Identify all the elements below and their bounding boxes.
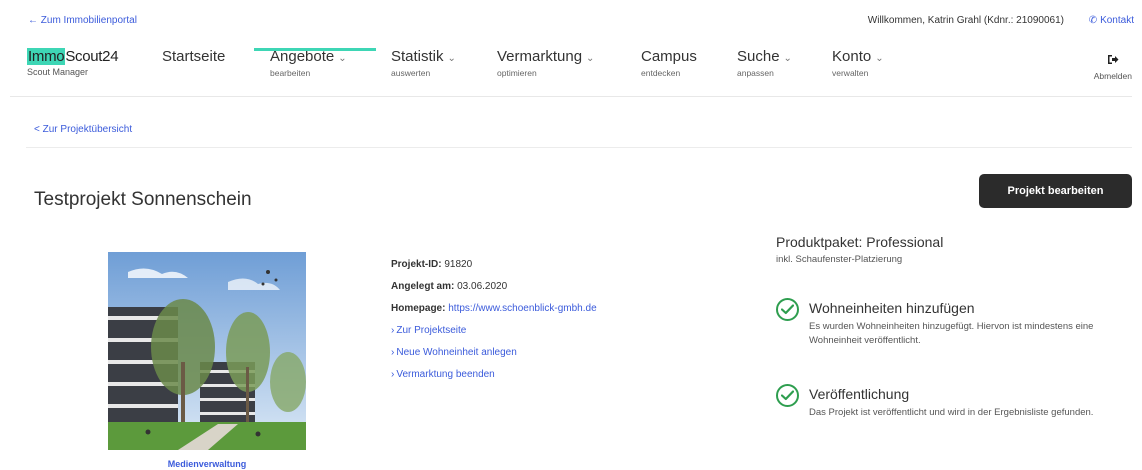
link-label: Zur Projektseite bbox=[396, 325, 467, 336]
end-marketing-link[interactable]: › Vermarktung beenden bbox=[391, 368, 597, 390]
chevron-down-icon: ⌄ bbox=[447, 53, 456, 64]
status-title: Veröffentlichung bbox=[809, 386, 910, 402]
nav-item-suche[interactable]: Suche ⌄ anpassen bbox=[737, 48, 792, 78]
chevron-down-icon: ⌄ bbox=[875, 53, 884, 64]
nav-label: Suche bbox=[737, 48, 780, 65]
homepage-label: Homepage: bbox=[391, 303, 446, 314]
created-row: Angelegt am: 03.06.2020 bbox=[391, 280, 597, 302]
nav-item-statistik[interactable]: Statistik ⌄ auswerten bbox=[391, 48, 456, 78]
chevron-right-icon: › bbox=[391, 325, 395, 336]
check-circle-icon bbox=[776, 298, 799, 321]
nav-divider bbox=[10, 96, 1132, 97]
nav-label: Vermarktung bbox=[497, 48, 583, 65]
nav-sub: auswerten bbox=[391, 68, 431, 78]
new-unit-link[interactable]: › Neue Wohneinheit anlegen bbox=[391, 346, 597, 368]
created-label: Angelegt am: bbox=[391, 281, 455, 292]
link-label: Neue Wohneinheit anlegen bbox=[396, 347, 517, 358]
back-to-portal-link[interactable]: ← Zum Immobilienportal bbox=[28, 15, 137, 26]
chevron-right-icon: › bbox=[391, 369, 395, 380]
nav-label: Startseite bbox=[162, 48, 226, 65]
nav-sub: verwalten bbox=[832, 68, 869, 78]
logo-immo: Immo bbox=[27, 48, 66, 65]
edit-project-button[interactable]: Projekt bearbeiten bbox=[979, 174, 1132, 208]
project-id-value: 91820 bbox=[444, 259, 473, 270]
nav-item-angebote[interactable]: Angebote ⌄ bearbeiten bbox=[270, 48, 347, 78]
nav-label: Campus bbox=[641, 48, 697, 65]
created-value: 03.06.2020 bbox=[457, 281, 508, 292]
page-title: Testprojekt Sonnenschein bbox=[34, 189, 252, 210]
chevron-down-icon: ⌄ bbox=[783, 53, 792, 64]
link-label: Vermarktung beenden bbox=[396, 369, 495, 380]
chevron-down-icon: ⌄ bbox=[338, 53, 347, 64]
chevron-right-icon: › bbox=[391, 347, 395, 358]
project-page-link[interactable]: › Zur Projektseite bbox=[391, 324, 597, 346]
homepage-link[interactable]: https://www.schoenblick-gmbh.de bbox=[448, 303, 596, 314]
package-title: Produktpaket: Professional bbox=[776, 234, 944, 250]
main-nav: ImmoScout24 Scout Manager Startseite Ang… bbox=[0, 42, 1142, 96]
logo[interactable]: ImmoScout24 Scout Manager bbox=[27, 48, 119, 77]
nav-item-startseite[interactable]: Startseite bbox=[162, 48, 225, 65]
project-id-label: Projekt-ID: bbox=[391, 259, 442, 270]
project-image[interactable] bbox=[108, 252, 306, 450]
nav-sub: optimieren bbox=[497, 68, 537, 78]
nav-sub: entdecken bbox=[641, 68, 681, 78]
status-text: Das Projekt ist veröffentlicht und wird … bbox=[809, 407, 1094, 418]
contact-link[interactable]: ✆ Kontakt bbox=[1089, 15, 1134, 26]
check-circle-icon bbox=[776, 384, 799, 407]
product-package: Produktpaket: Professional inkl. Schaufe… bbox=[776, 234, 943, 265]
nav-item-konto[interactable]: Konto ⌄ verwalten bbox=[832, 48, 884, 78]
logo-scout: Scout24 bbox=[65, 48, 119, 65]
nav-item-vermarktung[interactable]: Vermarktung ⌄ optimieren bbox=[497, 48, 594, 78]
nav-sub: bearbeiten bbox=[270, 68, 311, 78]
project-details: Projekt-ID: 91820 Angelegt am: 03.06.202… bbox=[391, 258, 597, 390]
media-management-link[interactable]: Medienverwaltung bbox=[108, 459, 306, 469]
status-text: Es wurden Wohneinheiten hinzugefügt. Hie… bbox=[809, 321, 1094, 346]
welcome-text: Willkommen, Katrin Grahl (Kdnr.: 2109006… bbox=[867, 15, 1064, 26]
phone-icon: ✆ bbox=[1088, 15, 1098, 26]
logout-icon bbox=[1094, 54, 1132, 68]
project-id-row: Projekt-ID: 91820 bbox=[391, 258, 597, 280]
nav-active-indicator bbox=[254, 48, 376, 51]
nav-label: Konto bbox=[832, 48, 872, 65]
status-title: Wohneinheiten hinzufügen bbox=[809, 300, 975, 316]
logout-label: Abmelden bbox=[1093, 71, 1132, 81]
logo-subtitle: Scout Manager bbox=[27, 67, 89, 77]
nav-item-campus[interactable]: Campus entdecken bbox=[641, 48, 697, 78]
package-subtitle: inkl. Schaufenster-Platzierung bbox=[776, 254, 903, 265]
back-to-overview-link[interactable]: < Zur Projektübersicht bbox=[34, 124, 132, 135]
nav-label: Statistik bbox=[391, 48, 444, 65]
breadcrumb-divider bbox=[26, 147, 1132, 148]
top-bar: ← Zum Immobilienportal Willkommen, Katri… bbox=[0, 0, 1142, 40]
contact-label: Kontakt bbox=[1100, 15, 1134, 26]
logout-button[interactable]: Abmelden bbox=[1094, 54, 1132, 81]
chevron-down-icon: ⌄ bbox=[586, 53, 595, 64]
nav-sub: anpassen bbox=[737, 68, 774, 78]
homepage-row: Homepage: https://www.schoenblick-gmbh.d… bbox=[391, 302, 597, 324]
